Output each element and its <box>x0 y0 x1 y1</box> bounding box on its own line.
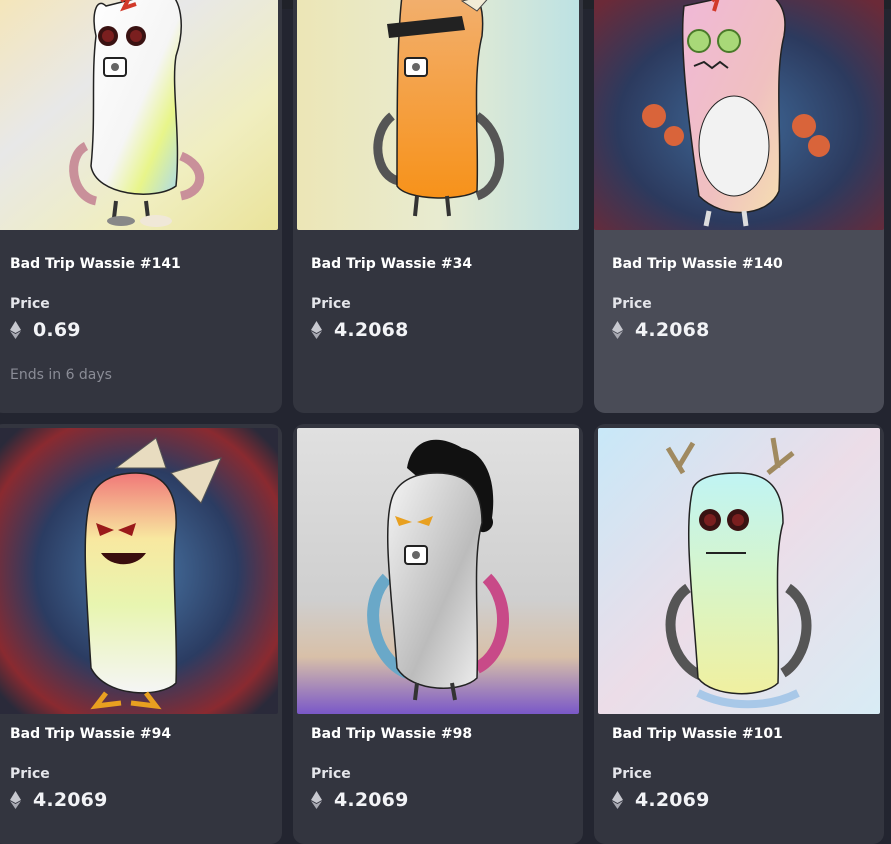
nft-card[interactable]: Bad Trip Wassie #98 Price 4.2069 <box>293 424 583 844</box>
price-label: Price <box>612 296 652 312</box>
nft-name: Bad Trip Wassie #140 <box>612 256 783 272</box>
price: 4.2069 <box>10 789 108 811</box>
nft-artwork <box>297 428 579 714</box>
nft-artwork <box>598 428 880 714</box>
ethereum-icon <box>612 791 623 809</box>
auction-status: Ends in 6 days <box>10 367 112 383</box>
nft-card[interactable]: Bad Trip Wassie #101 Price 4.2069 <box>594 424 884 844</box>
price: 4.2069 <box>311 789 409 811</box>
price-value: 4.2069 <box>334 789 409 811</box>
nft-card[interactable]: Bad Trip Wassie #141 Price 0.69 Ends in … <box>0 0 282 413</box>
ethereum-icon <box>612 321 623 339</box>
price: 4.2068 <box>311 319 409 341</box>
price-label: Price <box>612 766 652 782</box>
price-label: Price <box>10 766 50 782</box>
nft-artwork <box>297 0 579 230</box>
ethereum-icon <box>311 791 322 809</box>
nft-card[interactable]: Bad Trip Wassie #94 Price 4.2069 <box>0 424 282 844</box>
nft-artwork <box>0 0 278 230</box>
price: 4.2068 <box>612 319 710 341</box>
price: 4.2069 <box>612 789 710 811</box>
nft-artwork <box>0 428 278 714</box>
nft-card[interactable]: Bad Trip Wassie #34 Price 4.2068 <box>293 0 583 413</box>
price-label: Price <box>311 766 351 782</box>
price-value: 4.2069 <box>33 789 108 811</box>
price-label: Price <box>311 296 351 312</box>
ethereum-icon <box>10 791 21 809</box>
price-value: 4.2069 <box>635 789 710 811</box>
nft-name: Bad Trip Wassie #98 <box>311 726 473 742</box>
price-value: 4.2068 <box>334 319 409 341</box>
nft-name: Bad Trip Wassie #101 <box>612 726 783 742</box>
nft-name: Bad Trip Wassie #141 <box>10 256 181 272</box>
nft-artwork <box>594 0 884 230</box>
nft-name: Bad Trip Wassie #34 <box>311 256 473 272</box>
price-value: 0.69 <box>33 319 81 341</box>
nft-name: Bad Trip Wassie #94 <box>10 726 172 742</box>
price: 0.69 <box>10 319 81 341</box>
nft-card[interactable]: Bad Trip Wassie #140 Price 4.2068 <box>594 0 884 413</box>
price-label: Price <box>10 296 50 312</box>
price-value: 4.2068 <box>635 319 710 341</box>
ethereum-icon <box>10 321 21 339</box>
ethereum-icon <box>311 321 322 339</box>
